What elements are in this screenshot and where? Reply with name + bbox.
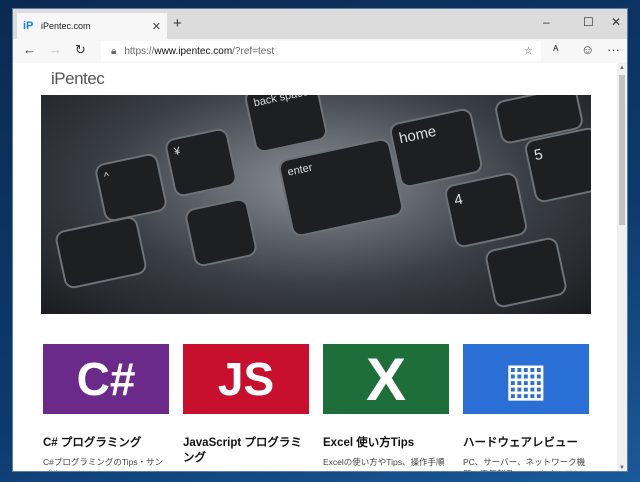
close-tab-icon[interactable]: ✕	[152, 20, 161, 33]
key-enter: enter	[279, 139, 403, 236]
lock-icon: 🔒︎	[111, 45, 117, 57]
tile-desc: Excelの使い方やTips、操作手順	[323, 457, 445, 467]
scroll-up-icon[interactable]: ▲	[619, 65, 625, 71]
scroll-down-icon[interactable]: ▼	[619, 465, 625, 471]
tile-hardware[interactable]: ▦ ハードウェアレビュー PC、サーバー、ネットワーク機器、電気製品のハードウェ…	[463, 344, 589, 471]
key-4: 4	[445, 173, 527, 247]
key-yen: ¥	[165, 129, 237, 196]
excel-icon[interactable]: X	[323, 344, 449, 414]
new-tab-button[interactable]: +	[173, 15, 182, 32]
key-caret: ^	[95, 154, 167, 221]
key-5: 5	[525, 128, 591, 202]
site-logo[interactable]: iPentec	[51, 69, 105, 89]
profile-icon[interactable]: ᴀ	[553, 42, 558, 54]
tile-desc: C#プログラミングのTips・サンプルコード	[43, 457, 164, 471]
javascript-icon[interactable]: JS	[183, 344, 309, 414]
browser-window: iP iPentec.com ✕ + – ☐ ✕ ← → ↻ 🔒︎ https:…	[12, 8, 628, 472]
key-bracket	[185, 199, 257, 266]
forward-icon[interactable]: →	[49, 42, 62, 57]
favorite-star-icon[interactable]: ☆	[524, 46, 533, 57]
tile-excel[interactable]: X Excel 使い方Tips Excelの使い方やTips、操作手順	[323, 344, 449, 471]
refresh-icon[interactable]: ↻	[75, 42, 86, 58]
key-backspace: back space	[245, 95, 327, 152]
key-end	[486, 238, 566, 307]
url-host: www.ipentec.com	[154, 45, 233, 57]
more-menu-icon[interactable]: ···	[607, 42, 620, 57]
minimize-button[interactable]: –	[543, 15, 550, 29]
scrollbar-thumb[interactable]	[619, 75, 625, 225]
page-content: iPentec back space enter home 4 5 ¥ ^ C#…	[13, 63, 619, 471]
category-tiles: C# C# プログラミング C#プログラミングのTips・サンプルコード JS …	[43, 344, 589, 471]
key-home: home	[390, 109, 482, 187]
chip-icon[interactable]: ▦	[463, 344, 589, 414]
tile-title[interactable]: Excel 使い方Tips	[323, 436, 449, 451]
maximize-button[interactable]: ☐	[583, 15, 594, 29]
url-path: /?ref=test	[232, 45, 275, 57]
key-ho	[56, 217, 146, 288]
tile-javascript[interactable]: JS JavaScript プログラミング	[183, 344, 309, 471]
address-bar[interactable]: 🔒︎ https://www.ipentec.com/?ref=test ☆	[101, 41, 541, 61]
tile-title[interactable]: ハードウェアレビュー	[463, 436, 589, 451]
navigation-toolbar: ← → ↻ 🔒︎ https://www.ipentec.com/?ref=te…	[13, 39, 627, 63]
csharp-icon[interactable]: C#	[43, 344, 169, 414]
tab-ipentec[interactable]: iP iPentec.com ✕	[17, 13, 167, 39]
tile-desc: PC、サーバー、ネットワーク機器、電気製品のハードウェアレビュー	[463, 457, 586, 471]
close-window-button[interactable]: ✕	[611, 15, 621, 29]
favicon-icon: iP	[23, 20, 34, 32]
tile-title[interactable]: JavaScript プログラミング	[183, 436, 309, 466]
tab-title: iPentec.com	[41, 21, 91, 31]
vertical-scrollbar[interactable]: ▲ ▼	[617, 63, 627, 471]
feedback-smiley-icon[interactable]: ☺	[581, 42, 594, 57]
url-prefix: https://	[124, 45, 155, 57]
title-bar: iP iPentec.com ✕ + – ☐ ✕	[13, 9, 627, 39]
tile-csharp[interactable]: C# C# プログラミング C#プログラミングのTips・サンプルコード	[43, 344, 169, 471]
tile-title[interactable]: C# プログラミング	[43, 436, 169, 451]
hero-keyboard-image: back space enter home 4 5 ¥ ^	[41, 95, 591, 314]
back-icon[interactable]: ←	[23, 42, 36, 57]
